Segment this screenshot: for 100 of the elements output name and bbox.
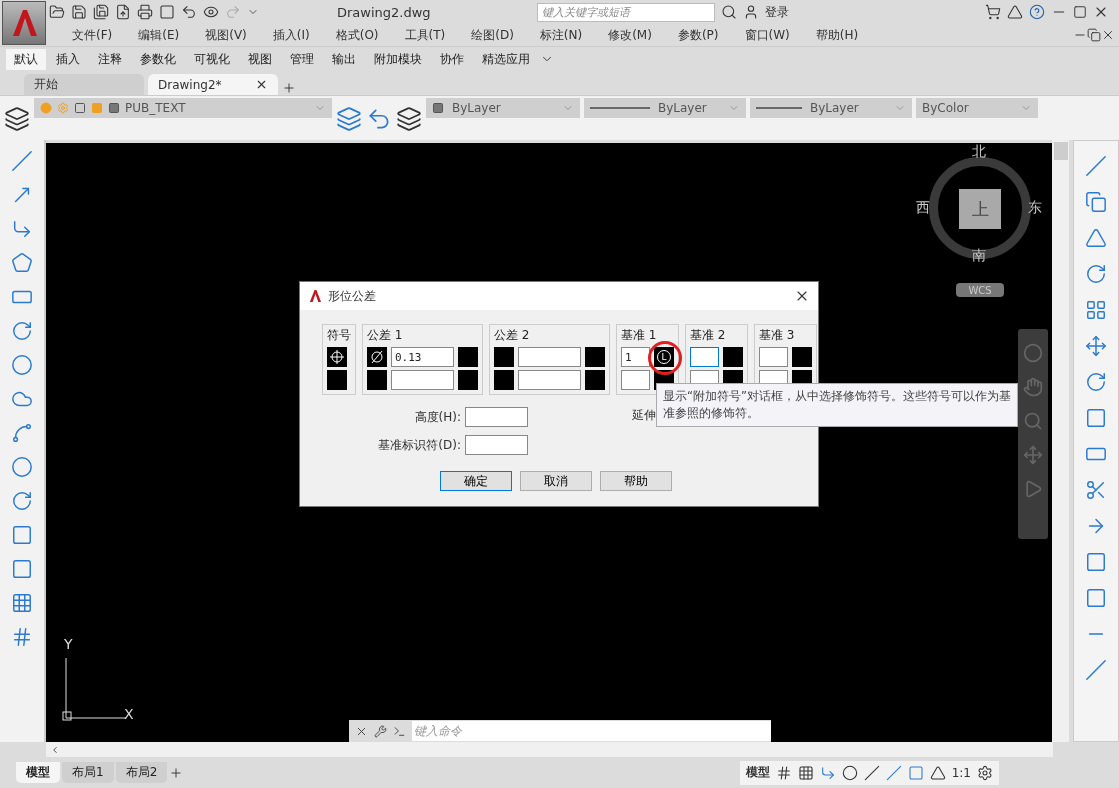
close-icon[interactable]: [255, 78, 268, 91]
menu-item[interactable]: 参数(P): [664, 26, 732, 44]
copy-icon[interactable]: [1085, 191, 1107, 213]
condition-swatch[interactable]: [458, 370, 478, 390]
page-icon[interactable]: [159, 4, 175, 20]
modifier-button[interactable]: L: [654, 347, 674, 367]
login-link[interactable]: 登录: [764, 3, 789, 21]
property-dropdown[interactable]: ByColor: [916, 98, 1038, 118]
input-field[interactable]: [465, 435, 528, 455]
menu-item[interactable]: 窗口(W): [731, 26, 803, 44]
menu-item[interactable]: 文件(F): [59, 26, 126, 44]
menu-item[interactable]: 视图(V): [192, 26, 260, 44]
tolerance-field[interactable]: [518, 347, 581, 367]
app-menu-button[interactable]: [2, 1, 46, 45]
menu-item[interactable]: 格式(O): [322, 26, 392, 44]
search-field[interactable]: 键入关键字或短语: [536, 2, 715, 22]
symbol-swatch[interactable]: [327, 370, 347, 390]
position-symbol-icon[interactable]: [327, 347, 347, 367]
close-icon[interactable]: [1101, 28, 1115, 42]
diameter-icon[interactable]: [367, 347, 387, 367]
triangle-icon[interactable]: [1007, 4, 1023, 20]
tolerance-field[interactable]: 0.13: [391, 347, 454, 367]
layout-tab[interactable]: 模型: [16, 762, 60, 783]
move-icon[interactable]: [1085, 335, 1107, 357]
layout-tab[interactable]: 布局2: [115, 762, 168, 783]
command-field[interactable]: 键入命令: [412, 721, 771, 741]
property-dropdown[interactable]: ByLayer: [750, 98, 912, 118]
model-space-button[interactable]: 模型: [745, 764, 770, 781]
ribbon-tab[interactable]: 精选应用: [474, 48, 538, 70]
settings-icon[interactable]: [977, 764, 993, 781]
line-icon[interactable]: [11, 150, 33, 172]
tolerance-field[interactable]: [518, 370, 581, 390]
datum-field[interactable]: 1: [621, 347, 650, 367]
save-as-icon[interactable]: [93, 4, 109, 20]
condition-swatch[interactable]: [792, 347, 812, 367]
terminal-icon[interactable]: [393, 724, 406, 738]
menu-item[interactable]: 标注(N): [526, 26, 596, 44]
dialog-button[interactable]: 帮助: [600, 471, 672, 491]
file-upload-icon[interactable]: [115, 4, 131, 20]
help-icon[interactable]: [1029, 4, 1045, 20]
menu-item[interactable]: 绘图(D): [458, 26, 527, 44]
menu-item[interactable]: 帮助(H): [802, 26, 872, 44]
ribbon-tab[interactable]: 默认: [6, 48, 46, 70]
viewcube-face[interactable]: 上: [959, 189, 1001, 229]
save-icon[interactable]: [71, 4, 87, 20]
document-tab[interactable]: Drawing2*: [148, 74, 278, 95]
menu-item[interactable]: 工具(T): [391, 26, 459, 44]
menu-item[interactable]: 编辑(E): [125, 26, 193, 44]
dialog-button[interactable]: 确定: [440, 471, 512, 491]
snap-icon[interactable]: [797, 764, 814, 781]
eye-icon[interactable]: [203, 4, 219, 20]
ribbon-tab[interactable]: 协作: [432, 48, 472, 70]
condition-swatch[interactable]: [585, 347, 605, 367]
ribbon-tab[interactable]: 参数化: [132, 48, 184, 70]
input-field[interactable]: [465, 407, 528, 427]
restore-icon[interactable]: [1087, 28, 1101, 42]
menu-item[interactable]: 插入(I): [259, 26, 323, 44]
datum-field[interactable]: [621, 370, 650, 390]
spline-icon[interactable]: [11, 422, 33, 444]
circle-icon[interactable]: [11, 354, 33, 376]
maximize-icon[interactable]: [1073, 5, 1087, 19]
wrench-icon[interactable]: [374, 724, 387, 738]
condition-swatch[interactable]: [585, 370, 605, 390]
hatch-icon[interactable]: [11, 626, 33, 648]
property-dropdown[interactable]: ByLayer: [426, 98, 580, 118]
diameter-swatch[interactable]: [494, 370, 514, 390]
ribbon-tab[interactable]: 附加模块: [366, 48, 430, 70]
add-tab-icon[interactable]: [282, 81, 296, 95]
dialog-button[interactable]: 取消: [520, 471, 592, 491]
undo-icon[interactable]: [181, 4, 197, 20]
layout-tab[interactable]: 布局1: [62, 762, 114, 783]
ribbon-tab[interactable]: 输出: [324, 48, 364, 70]
ribbon-tab[interactable]: 管理: [282, 48, 322, 70]
menu-item[interactable]: 修改(M): [595, 26, 665, 44]
array-icon[interactable]: [1085, 299, 1107, 321]
ribbon-tab[interactable]: 注释: [90, 48, 130, 70]
ribbon-tab[interactable]: 插入: [48, 48, 88, 70]
add-tab-icon[interactable]: [169, 765, 184, 780]
tolerance-field[interactable]: [391, 370, 454, 390]
rotate-icon[interactable]: [1085, 371, 1107, 393]
horizontal-scrollbar[interactable]: [46, 742, 1053, 757]
condition-swatch[interactable]: [458, 347, 478, 367]
ribbon-tab[interactable]: 可视化: [186, 48, 238, 70]
scale-dropdown[interactable]: 1:1: [951, 765, 971, 780]
grid-icon[interactable]: [775, 764, 792, 781]
layer-dropdown[interactable]: PUB_TEXT: [34, 98, 332, 118]
datum-field[interactable]: [690, 347, 719, 367]
diameter-swatch[interactable]: [367, 370, 387, 390]
property-dropdown[interactable]: ByLayer: [584, 98, 746, 118]
cart-icon[interactable]: [985, 4, 1001, 20]
vertical-scrollbar[interactable]: [1052, 140, 1069, 742]
condition-swatch[interactable]: [723, 347, 743, 367]
printer-icon[interactable]: [137, 4, 153, 20]
document-tab[interactable]: 开始: [24, 74, 144, 95]
pentagon-icon[interactable]: [11, 252, 33, 274]
datum-field[interactable]: [759, 347, 788, 367]
folder-icon[interactable]: [49, 4, 65, 20]
scissors-icon[interactable]: [1085, 479, 1107, 501]
scroll-left-icon[interactable]: [50, 744, 60, 755]
ribbon-tab[interactable]: 视图: [240, 48, 280, 70]
